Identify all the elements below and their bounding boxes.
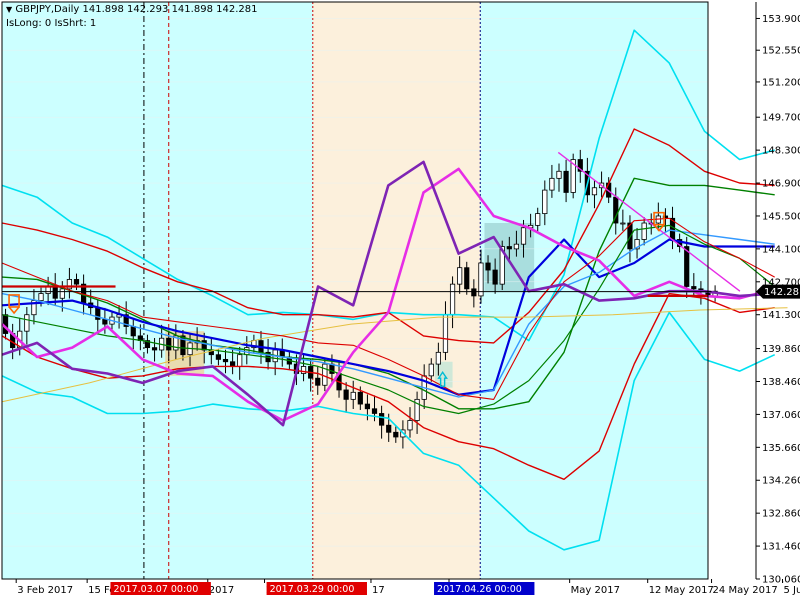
candle-body-18 [130,326,136,337]
y-tick-label-14: 134.260 [762,476,800,487]
candle-body-8 [59,288,65,299]
x-tick-label-6: May 2017 [571,585,620,596]
y-tick-label-6: 145.500 [762,211,800,222]
candle-body-62 [442,314,449,353]
candle-body-53 [379,413,385,426]
candle-body-61 [435,351,441,365]
candle-body-67 [478,262,484,297]
x-tick-label-2: 2017 [209,585,234,596]
candle-body-76 [542,189,548,215]
candle-body-10 [73,279,80,285]
current-price-label: 142.281 [764,287,800,298]
candle-body-69 [492,269,498,285]
x-tick-label-0: 3 Feb 2017 [17,585,73,596]
y-axis-labels: 153.900 152.550 151.200 149.700 148.300 146.9… [756,14,800,586]
candle-body-0 [2,314,9,334]
y-tick-label-3: 149.700 [762,113,800,124]
y-tick-label-2: 151.200 [762,77,800,88]
date-flag-label-3: 2017.04.26 00:00 [437,584,522,595]
symbol-ohlc-line: GBPJPY,Daily 141.898 142.293 141.898 142… [15,4,258,15]
y-tick-label-13: 135.660 [762,443,800,454]
chart-header: ▼ GBPJPY,Daily 141.898 142.293 141.898 1… [6,4,257,15]
candle-body-83 [591,187,598,196]
candle-body-51 [364,403,371,410]
x-tick-label-9: 5 Jun 2017 [784,585,800,596]
y-tick-label-10: 139.860 [762,344,800,355]
y-tick-label-4: 148.300 [762,146,800,157]
candle-body-54 [386,424,392,433]
y-tick-label-11: 138.460 [762,377,800,388]
candle-body-60 [428,363,434,377]
current-price-marker: 142.281 [756,284,800,299]
date-flag-label-1: 2017.03.07 00:00 [113,584,198,595]
candle-body-48 [343,389,349,400]
candle-body-64 [457,267,463,285]
candle-body-71 [506,246,512,250]
indicator-status: IsLong: 0 IsShrt: 1 [6,18,97,29]
candle-body-57 [407,420,413,431]
candle-body-87 [620,222,626,225]
candle-body-7 [52,286,58,299]
x-tick-label-7: 12 May 2017 [649,585,714,596]
candle-body-77 [549,177,555,191]
candle-body-66 [471,288,477,297]
price-chart[interactable]: 153.900 152.550 151.200 149.700 148.300 146.9… [0,0,800,600]
y-tick-label-7: 144.100 [762,244,800,255]
date-flags: 202017.03.07 00:002017.03.29 00:002017.0… [110,582,535,595]
candle-body-33 [237,354,243,367]
candle-body-21 [151,347,158,351]
date-flag-label-2: 2017.03.29 00:00 [270,584,355,595]
candle-body-23 [166,337,172,351]
candle-body-45 [322,363,328,386]
candle-body-31 [222,358,229,363]
y-tick-label-9: 141.300 [762,310,800,321]
candle-body-50 [357,391,363,405]
candle-body-49 [350,391,356,400]
y-tick-label-17: 130.060 [762,575,800,586]
candle-body-68 [485,262,491,271]
candle-body-75 [535,213,541,226]
y-tick-label-0: 153.900 [762,14,800,25]
y-tick-label-16: 131.460 [762,542,800,553]
candle-body-14 [102,319,108,325]
candle-body-63 [449,283,456,316]
candle-body-30 [215,354,222,360]
candle-body-79 [563,170,569,193]
candle-body-72 [513,243,520,250]
y-tick-label-1: 152.550 [762,46,800,57]
candle-body-5 [38,293,44,302]
x-tick-label-4: 17 [372,585,385,596]
shaded-zones [2,2,708,579]
candle-body-73 [520,227,527,245]
candle-body-78 [556,170,562,179]
candle-body-3 [24,314,30,332]
y-tick-label-15: 132.860 [762,509,800,520]
y-tick-label-12: 137.060 [762,410,800,421]
x-tick-label-8: 24 May 2017 [713,585,778,596]
collapse-triangle-icon[interactable]: ▼ [6,5,12,14]
candle-body-55 [393,431,399,438]
y-tick-label-5: 146.900 [762,179,800,190]
candle-body-90 [641,222,647,240]
candle-body-52 [371,408,378,414]
candle-body-65 [464,267,470,290]
candle-body-44 [315,377,321,386]
candle-body-97 [691,286,697,290]
